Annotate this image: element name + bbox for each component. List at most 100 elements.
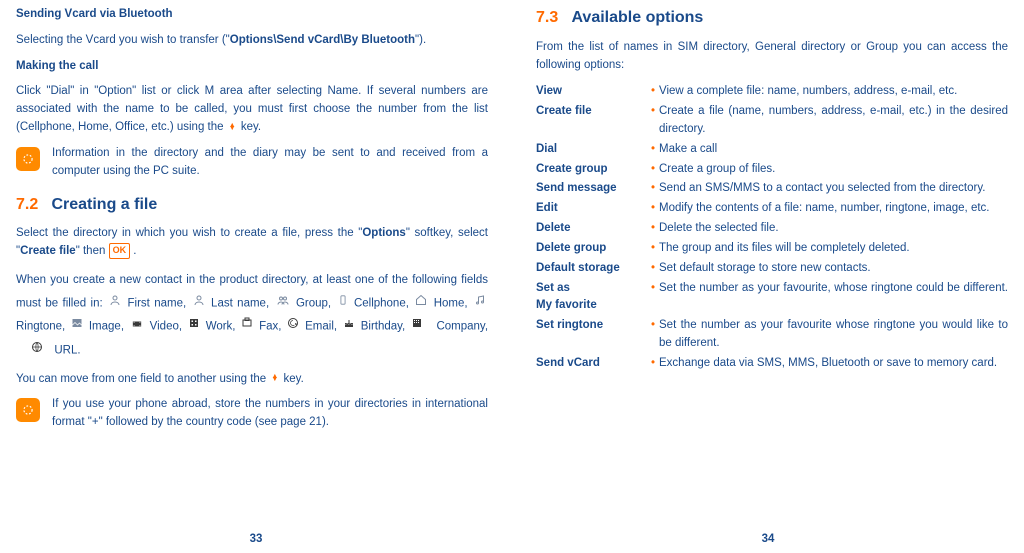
- field-name: First name,: [128, 297, 187, 309]
- section-heading-7-2: 7.2 Creating a file: [16, 193, 488, 218]
- tip-text: If you use your phone abroad, store the …: [52, 396, 488, 432]
- option-row: Send message•Send an SMS/MMS to a contac…: [536, 179, 1008, 199]
- option-name: Delete: [536, 219, 651, 239]
- field-name: Video,: [150, 321, 182, 333]
- option-name: Set asMy favorite: [536, 279, 651, 317]
- paragraph-fields: When you create a new contact in the pro…: [16, 269, 488, 363]
- text-bold-fragment: Options: [362, 227, 405, 239]
- heading-sending-vcard: Sending Vcard via Bluetooth: [16, 6, 488, 24]
- bullet-icon: •: [651, 259, 659, 279]
- page-left: Sending Vcard via Bluetooth Selecting th…: [0, 0, 512, 553]
- option-desc: Set default storage to store new contact…: [659, 259, 1008, 279]
- section-number: 7.2: [16, 196, 38, 213]
- option-name: Send message: [536, 179, 651, 199]
- section-title: Available options: [571, 9, 703, 26]
- option-desc: Set the number as your favourite, whose …: [659, 279, 1008, 317]
- option-desc: Make a call: [659, 140, 1008, 160]
- ok-key-icon: OK: [109, 243, 131, 259]
- paragraph-options-intro: From the list of names in SIM directory,…: [536, 39, 1008, 75]
- page-number: 34: [512, 531, 1024, 549]
- option-desc: Modify the contents of a file: name, num…: [659, 199, 1008, 219]
- birthday-icon: [343, 315, 355, 338]
- page-right: 7.3 Available options From the list of n…: [512, 0, 1024, 553]
- nav-key-icon: ▲▼: [271, 375, 278, 382]
- field-name: URL.: [54, 345, 80, 357]
- field-name: Company,: [436, 321, 488, 333]
- option-row: Delete group•The group and its files wil…: [536, 239, 1008, 259]
- video-icon: [130, 315, 144, 338]
- document-spread: Sending Vcard via Bluetooth Selecting th…: [0, 0, 1024, 553]
- group-icon: [276, 292, 290, 315]
- option-name: Default storage: [536, 259, 651, 279]
- option-row: Set ringtone•Set the number as your favo…: [536, 316, 1008, 354]
- option-desc: Send an SMS/MMS to a contact you selecte…: [659, 179, 1008, 199]
- tip-icon: [16, 398, 40, 422]
- text-fragment: Selecting the Vcard you wish to transfer…: [16, 34, 230, 46]
- text-fragment: key.: [241, 121, 261, 133]
- bullet-icon: •: [651, 279, 659, 317]
- option-name: Dial: [536, 140, 651, 160]
- bullet-icon: •: [651, 239, 659, 259]
- ringtone-icon: [474, 292, 486, 315]
- bullet-icon: •: [651, 219, 659, 239]
- tip-box-international: If you use your phone abroad, store the …: [16, 396, 488, 432]
- image-icon: [71, 315, 83, 338]
- paragraph-making-call: Click "Dial" in "Option" list or click M…: [16, 83, 488, 136]
- nav-key-icon: ▲▼: [229, 124, 236, 131]
- option-name: Create file: [536, 102, 651, 140]
- bullet-icon: •: [651, 82, 659, 102]
- option-row: Edit•Modify the contents of a file: name…: [536, 199, 1008, 219]
- option-name: View: [536, 82, 651, 102]
- text-bold-fragment: Options\Send vCard\By Bluetooth: [230, 34, 415, 46]
- option-name: Set ringtone: [536, 316, 651, 354]
- option-row: Create group•Create a group of files.: [536, 160, 1008, 180]
- option-row: Default storage•Set default storage to s…: [536, 259, 1008, 279]
- option-desc: Set the number as your favourite whose r…: [659, 316, 1008, 354]
- bullet-icon: •: [651, 179, 659, 199]
- paragraph-create-file: Select the directory in which you wish t…: [16, 225, 488, 261]
- home-icon: [415, 292, 427, 315]
- bullet-icon: •: [651, 140, 659, 160]
- option-desc: Create a group of files.: [659, 160, 1008, 180]
- field-name: Image,: [89, 321, 124, 333]
- text-fragment: key.: [284, 373, 304, 385]
- paragraph-select-vcard: Selecting the Vcard you wish to transfer…: [16, 32, 488, 50]
- company-icon: [411, 315, 423, 338]
- person-icon: [193, 292, 205, 315]
- option-row: Create file•Create a file (name, numbers…: [536, 102, 1008, 140]
- option-name: Delete group: [536, 239, 651, 259]
- option-desc: Delete the selected file.: [659, 219, 1008, 239]
- option-row: Set asMy favorite•Set the number as your…: [536, 279, 1008, 317]
- field-name: Birthday,: [361, 321, 406, 333]
- field-name: Last name,: [211, 297, 269, 309]
- url-icon: [31, 339, 43, 362]
- field-name: Cellphone,: [354, 297, 409, 309]
- option-name: Edit: [536, 199, 651, 219]
- email-icon: [287, 315, 299, 338]
- option-desc: View a complete file: name, numbers, add…: [659, 82, 1008, 102]
- bullet-icon: •: [651, 102, 659, 140]
- fax-icon: [241, 315, 253, 338]
- option-row: Send vCard•Exchange data via SMS, MMS, B…: [536, 354, 1008, 374]
- tip-icon: [16, 147, 40, 171]
- tip-box-pc-suite: Information in the directory and the dia…: [16, 145, 488, 181]
- text-fragment: " then: [76, 245, 106, 257]
- text-fragment: ").: [415, 34, 426, 46]
- person-icon: [109, 292, 121, 315]
- text-fragment: Select the directory in which you wish t…: [16, 227, 362, 239]
- work-icon: [188, 315, 200, 338]
- tip-text: Information in the directory and the dia…: [52, 145, 488, 181]
- option-name: Send vCard: [536, 354, 651, 374]
- heading-making-call: Making the call: [16, 58, 488, 76]
- cellphone-icon: [338, 292, 348, 315]
- option-desc: Exchange data via SMS, MMS, Bluetooth or…: [659, 354, 1008, 374]
- text-bold-fragment: Create file: [20, 245, 76, 257]
- section-number: 7.3: [536, 9, 558, 26]
- option-row: View•View a complete file: name, numbers…: [536, 82, 1008, 102]
- option-name: Create group: [536, 160, 651, 180]
- bullet-icon: •: [651, 354, 659, 374]
- text-fragment: You can move from one field to another u…: [16, 373, 266, 385]
- field-name: Email,: [305, 321, 337, 333]
- option-row: Delete•Delete the selected file.: [536, 219, 1008, 239]
- section-title: Creating a file: [51, 196, 157, 213]
